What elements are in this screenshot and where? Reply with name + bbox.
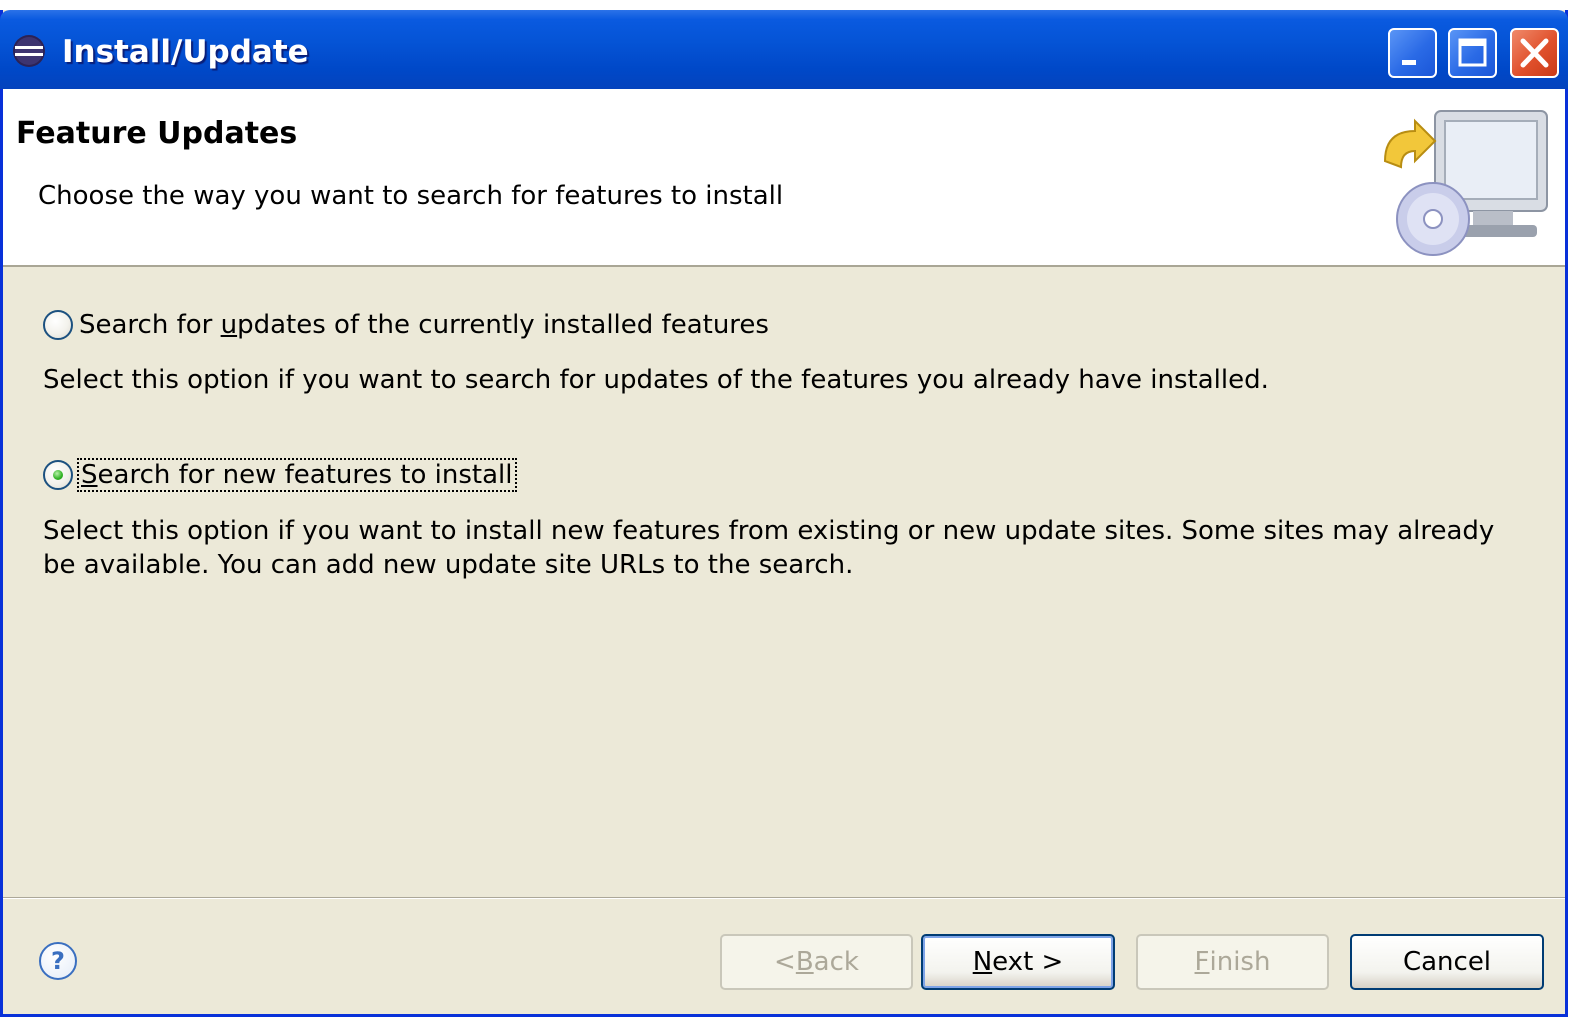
back-button[interactable]: < Back xyxy=(720,934,913,990)
option-search-new-features[interactable]: Search for new features to install xyxy=(43,458,517,492)
close-icon xyxy=(1520,38,1549,68)
finish-button[interactable]: Finish xyxy=(1136,934,1329,990)
radio-search-updates[interactable] xyxy=(43,310,73,340)
option-search-updates[interactable]: Search for updates of the currently inst… xyxy=(43,310,769,340)
option-search-updates-label[interactable]: Search for updates of the currently inst… xyxy=(79,310,769,340)
next-button[interactable]: Next > xyxy=(921,934,1115,990)
install-update-window: Install/Update Feature Updates Choose th… xyxy=(0,10,1568,1017)
option-search-new-features-label[interactable]: Search for new features to install xyxy=(77,458,517,492)
page-title: Feature Updates xyxy=(16,116,298,151)
option-search-updates-description: Select this option if you want to search… xyxy=(43,365,1269,395)
wizard-header: Feature Updates Choose the way you want … xyxy=(3,89,1565,267)
eclipse-icon xyxy=(13,35,45,67)
close-button[interactable] xyxy=(1510,28,1559,78)
option-search-new-features-description: Select this option if you want to instal… xyxy=(43,516,1495,580)
maximize-button[interactable] xyxy=(1448,28,1497,78)
install-update-computer-cd-icon xyxy=(1383,110,1548,256)
window-title: Install/Update xyxy=(62,34,309,70)
maximize-icon xyxy=(1458,38,1487,67)
footer-separator xyxy=(3,897,1565,899)
cancel-button[interactable]: Cancel xyxy=(1350,934,1544,990)
radio-search-new-features[interactable] xyxy=(43,460,73,490)
title-bar[interactable]: Install/Update xyxy=(0,10,1568,89)
page-description: Choose the way you want to search for fe… xyxy=(38,181,784,211)
help-icon[interactable]: ? xyxy=(39,942,77,980)
minimize-icon xyxy=(1402,60,1416,65)
minimize-button[interactable] xyxy=(1388,28,1437,78)
